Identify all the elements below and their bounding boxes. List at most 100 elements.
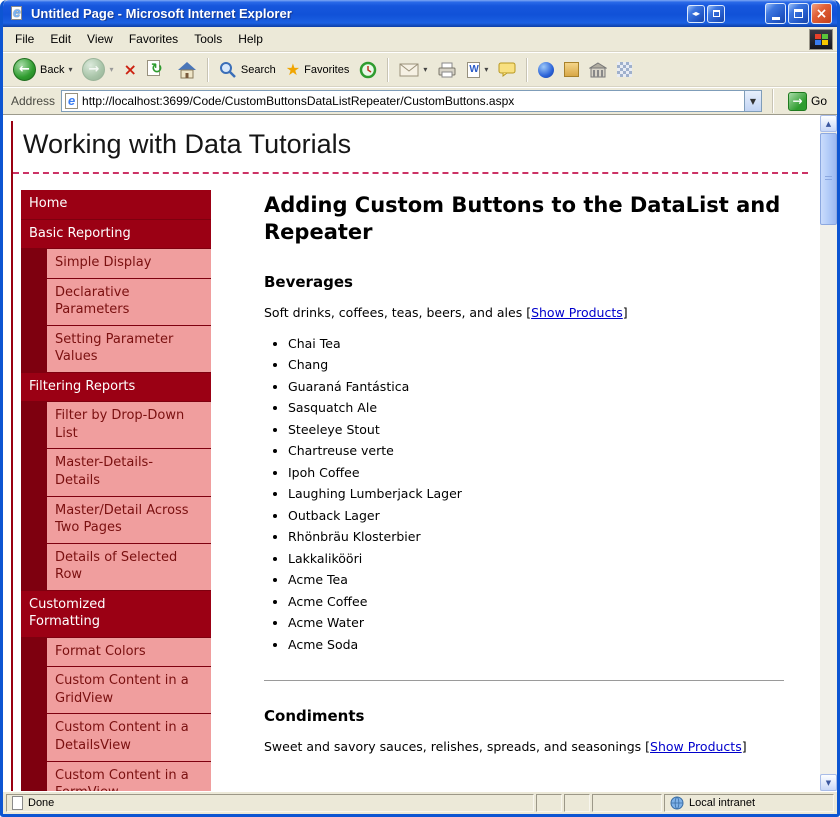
refresh-icon: ↻ bbox=[147, 60, 167, 80]
sidebar-item-custom-content-detailsview[interactable]: Custom Content in a DetailsView bbox=[47, 714, 211, 760]
maximize-icon bbox=[794, 9, 803, 18]
scroll-down-button[interactable]: ▼ bbox=[820, 774, 837, 791]
address-box: e ▼ bbox=[61, 90, 762, 112]
product-item: Rhönbräu Klosterbier bbox=[288, 529, 784, 544]
menu-favorites[interactable]: Favorites bbox=[121, 28, 186, 50]
sidebar-item-declarative-parameters[interactable]: Declarative Parameters bbox=[47, 279, 211, 325]
vertical-scrollbar[interactable]: ▲ ▼ bbox=[820, 115, 837, 791]
favorites-button[interactable]: ★ Favorites bbox=[282, 60, 354, 80]
standard-toolbar: ← Back ▾ → ▾ × ↻ bbox=[3, 52, 837, 87]
print-button[interactable] bbox=[433, 60, 461, 80]
product-item: Laughing Lumberjack Lager bbox=[288, 486, 784, 501]
building-button[interactable] bbox=[585, 60, 611, 80]
sidebar-item-filtering-reports[interactable]: Filtering Reports bbox=[21, 373, 211, 402]
product-item: Guaraná Fantástica bbox=[288, 379, 784, 394]
edit-dropdown-icon[interactable]: ▾ bbox=[484, 65, 488, 74]
scroll-up-button[interactable]: ▲ bbox=[820, 115, 837, 132]
maximize-button[interactable] bbox=[788, 3, 809, 24]
research-icon bbox=[564, 62, 579, 77]
toolbar-separator bbox=[207, 58, 209, 82]
address-dropdown-icon[interactable]: ▼ bbox=[744, 91, 761, 111]
status-pane-main: Done bbox=[6, 794, 534, 812]
status-pane-2 bbox=[564, 794, 590, 812]
windows-flag-icon bbox=[815, 34, 828, 45]
product-item: Sasquatch Ale bbox=[288, 400, 784, 415]
show-products-link-condiments[interactable]: Show Products bbox=[650, 739, 742, 754]
desc-text: ] bbox=[623, 305, 628, 320]
search-button[interactable]: Search bbox=[215, 59, 280, 81]
sidebar-item-customized-formatting[interactable]: Customized Formatting bbox=[21, 591, 211, 637]
back-icon: ← bbox=[13, 58, 36, 81]
sidebar-item-basic-reporting[interactable]: Basic Reporting bbox=[21, 220, 211, 249]
refresh-button[interactable]: ↻ bbox=[143, 58, 171, 82]
status-pane-3 bbox=[592, 794, 662, 812]
go-button[interactable]: → Go bbox=[784, 90, 831, 113]
product-item: Chang bbox=[288, 357, 784, 372]
scrollbar-thumb[interactable] bbox=[820, 133, 837, 225]
product-item: Steeleye Stout bbox=[288, 422, 784, 437]
ie-e-glyph: e bbox=[13, 4, 21, 20]
title-bar[interactable]: e Untitled Page - Microsoft Internet Exp… bbox=[3, 0, 837, 27]
ie-window: e Untitled Page - Microsoft Internet Exp… bbox=[0, 0, 840, 817]
menu-help[interactable]: Help bbox=[230, 28, 271, 50]
sidebar-item-format-colors[interactable]: Format Colors bbox=[47, 638, 211, 667]
sidebar-item-master-detail-across-two-pages[interactable]: Master/Detail Across Two Pages bbox=[47, 497, 211, 543]
menu-view[interactable]: View bbox=[79, 28, 121, 50]
forward-icon: → bbox=[82, 58, 105, 81]
back-dropdown-icon[interactable]: ▾ bbox=[68, 65, 72, 74]
sidebar-item-master-details-details[interactable]: Master-Details-Details bbox=[47, 449, 211, 495]
menu-tools[interactable]: Tools bbox=[186, 28, 230, 50]
mail-button[interactable]: ▾ bbox=[395, 61, 431, 79]
history-button[interactable] bbox=[355, 59, 381, 81]
mail-icon bbox=[399, 63, 419, 77]
globe-icon bbox=[670, 796, 684, 810]
product-item: Acme Tea bbox=[288, 572, 784, 587]
close-button[interactable]: × bbox=[811, 3, 832, 24]
quick-launch-grid-icon bbox=[617, 62, 632, 77]
address-bar: Address e ▼ → Go bbox=[3, 87, 837, 114]
product-item: Chartreuse verte bbox=[288, 443, 784, 458]
edit-button[interactable]: W ▾ bbox=[463, 60, 492, 80]
sidebar-item-custom-content-formview[interactable]: Custom Content in a FormView bbox=[47, 762, 211, 791]
messenger-button[interactable] bbox=[534, 60, 558, 80]
research-button[interactable] bbox=[560, 60, 583, 79]
desc-text: Soft drinks, coffees, teas, beers, and a… bbox=[264, 305, 531, 320]
desc-text: ] bbox=[742, 739, 747, 754]
home-button[interactable] bbox=[173, 59, 201, 81]
forward-button[interactable]: → ▾ bbox=[78, 56, 117, 83]
title-extra-button-1[interactable]: ◂▸ bbox=[687, 5, 705, 23]
favorites-star-icon: ★ bbox=[286, 62, 300, 78]
page-container: Working with Data Tutorials Home Basic R… bbox=[11, 121, 808, 791]
product-list-beverages: Chai Tea Chang Guaraná Fantástica Sasqua… bbox=[288, 336, 784, 652]
address-input[interactable] bbox=[78, 94, 744, 108]
go-icon: → bbox=[788, 92, 807, 111]
menu-file[interactable]: File bbox=[7, 28, 42, 50]
discuss-button[interactable] bbox=[494, 60, 520, 79]
search-icon bbox=[219, 61, 237, 79]
status-bar: Done Local intranet bbox=[3, 791, 837, 814]
minimize-button[interactable] bbox=[765, 3, 786, 24]
windows-logo bbox=[809, 29, 833, 50]
sidebar-item-simple-display[interactable]: Simple Display bbox=[47, 249, 211, 278]
minimize-icon bbox=[772, 17, 780, 20]
product-item: Acme Soda bbox=[288, 637, 784, 652]
stop-button[interactable]: × bbox=[120, 60, 141, 80]
show-products-link-beverages[interactable]: Show Products bbox=[531, 305, 623, 320]
title-extra-button-2[interactable] bbox=[707, 5, 725, 23]
sidebar-item-setting-parameter-values[interactable]: Setting Parameter Values bbox=[47, 326, 211, 372]
scrollbar-track[interactable] bbox=[820, 132, 837, 774]
section-divider bbox=[264, 680, 784, 681]
menu-edit[interactable]: Edit bbox=[42, 28, 79, 50]
grid-button[interactable] bbox=[613, 60, 636, 79]
sidebar-item-filter-by-dropdown-list[interactable]: Filter by Drop-Down List bbox=[47, 402, 211, 448]
toolbar-separator bbox=[526, 58, 528, 82]
page-body: Home Basic Reporting Simple Display Decl… bbox=[13, 190, 808, 791]
home-icon bbox=[177, 61, 197, 79]
sidebar-item-home[interactable]: Home bbox=[21, 190, 211, 219]
sidebar-item-custom-content-gridview[interactable]: Custom Content in a GridView bbox=[47, 667, 211, 713]
back-button[interactable]: ← Back ▾ bbox=[9, 56, 76, 83]
product-item: Acme Water bbox=[288, 615, 784, 630]
sidebar-item-details-of-selected-row[interactable]: Details of Selected Row bbox=[47, 544, 211, 590]
status-page-icon bbox=[12, 796, 23, 810]
mail-dropdown-icon[interactable]: ▾ bbox=[423, 65, 427, 74]
